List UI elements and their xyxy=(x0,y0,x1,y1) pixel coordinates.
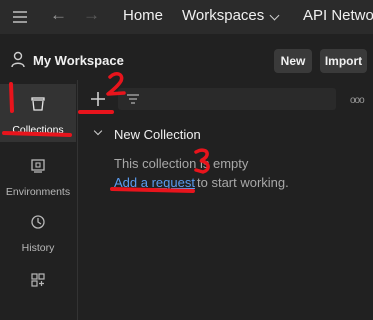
workspace-title: My Workspace xyxy=(33,53,124,68)
sidebar-item-label: History xyxy=(21,242,55,254)
workspace-header: My Workspace New Import xyxy=(0,42,373,80)
more-options-icon[interactable]: ooo xyxy=(350,95,365,106)
sidebar-item-label: Collections xyxy=(12,124,64,136)
sidebar: Collections Environments History xyxy=(0,80,78,320)
sidebar-item-history[interactable]: History xyxy=(0,202,76,260)
add-request-link[interactable]: Add a request xyxy=(114,175,195,190)
sidebar-item-apps[interactable] xyxy=(0,260,76,318)
plus-icon[interactable] xyxy=(88,89,108,109)
top-bar: ← → Home Workspaces API Netwo xyxy=(0,0,373,34)
collection-name[interactable]: New Collection xyxy=(114,127,201,142)
user-icon xyxy=(11,51,25,68)
api-network-link[interactable]: API Netwo xyxy=(303,7,373,24)
search-input[interactable] xyxy=(118,88,336,110)
new-button[interactable]: New xyxy=(274,49,312,73)
menu-icon[interactable] xyxy=(13,10,27,23)
apps-icon xyxy=(31,273,45,287)
sidebar-item-collections[interactable]: Collections xyxy=(0,84,76,142)
forward-arrow-icon[interactable]: → xyxy=(83,5,100,25)
home-link[interactable]: Home xyxy=(123,7,163,24)
import-button[interactable]: Import xyxy=(320,49,367,73)
chevron-down-icon[interactable] xyxy=(93,126,103,136)
history-icon xyxy=(31,215,45,229)
sidebar-item-label: Environments xyxy=(5,186,71,198)
environments-icon xyxy=(31,159,45,173)
chevron-down-icon[interactable] xyxy=(269,10,280,21)
empty-collection-hint: to start working. xyxy=(197,175,289,190)
empty-collection-text: This collection is empty xyxy=(114,156,249,171)
filter-icon[interactable] xyxy=(126,93,140,105)
workspaces-menu[interactable]: Workspaces xyxy=(182,7,264,24)
back-arrow-icon[interactable]: ← xyxy=(50,5,67,25)
sidebar-item-environments[interactable]: Environments xyxy=(0,146,76,204)
collections-icon xyxy=(31,97,45,111)
